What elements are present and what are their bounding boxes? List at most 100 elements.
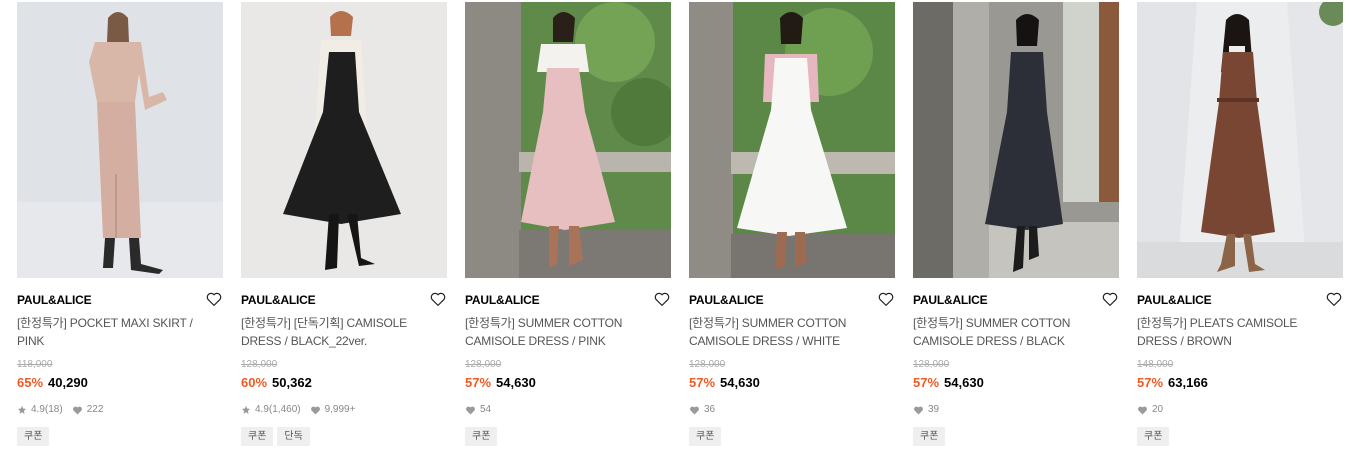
price-row: 57% 54,630 [465, 375, 536, 390]
like-count-value: 36 [704, 404, 716, 415]
brand-row: PAUL&ALICE [17, 290, 223, 310]
product-title[interactable]: [한정특가] POCKET MAXI SKIRT / PINK [17, 314, 217, 350]
product-tags: 쿠폰 [465, 427, 501, 446]
brand-row: PAUL&ALICE [465, 290, 671, 310]
discount-rate: 57% [465, 375, 492, 390]
wishlist-heart-icon[interactable] [877, 290, 895, 308]
heart-filled-icon [72, 406, 82, 415]
product-tags: 쿠폰 [1137, 427, 1173, 446]
brand-name[interactable]: PAUL&ALICE [17, 293, 92, 307]
product-stats: 39 [913, 404, 948, 415]
discount-rate: 65% [17, 375, 44, 390]
heart-filled-icon [466, 406, 475, 415]
price-row: 65% 40,290 [17, 375, 88, 390]
brand-name[interactable]: PAUL&ALICE [689, 293, 764, 307]
like-count-value: 20 [1152, 404, 1164, 415]
like-count: 222 [72, 404, 104, 415]
tag-coupon: 쿠폰 [913, 427, 946, 446]
brand-name[interactable]: PAUL&ALICE [465, 293, 540, 307]
brand-row: PAUL&ALICE [241, 290, 447, 310]
brand-row: PAUL&ALICE [913, 290, 1119, 310]
original-price: 118,000 [17, 359, 53, 370]
product-stats: 20 [1137, 404, 1172, 415]
wishlist-heart-icon[interactable] [205, 290, 223, 308]
discount-rate: 57% [913, 375, 940, 390]
tag-coupon: 쿠폰 [17, 427, 50, 446]
product-image[interactable] [241, 2, 447, 278]
tag-coupon: 쿠폰 [689, 427, 722, 446]
tag-coupon: 쿠폰 [241, 427, 274, 446]
tag-exclusive: 단독 [277, 427, 310, 446]
product-image[interactable] [689, 2, 895, 278]
like-count: 9,999+ [310, 404, 356, 415]
product-stats: 4.9 (18) 222 [17, 404, 112, 415]
brand-name[interactable]: PAUL&ALICE [913, 293, 988, 307]
price-row: 57% 54,630 [913, 375, 984, 390]
brand-name[interactable]: PAUL&ALICE [241, 293, 316, 307]
original-price: 128,000 [465, 359, 502, 370]
heart-filled-icon [690, 406, 699, 415]
product-stats: 4.9 (1,460) 9,999+ [241, 404, 364, 415]
product-tags: 쿠폰 단독 [241, 427, 314, 446]
wishlist-heart-icon[interactable] [1325, 290, 1343, 308]
review-count: (1,460) [268, 404, 301, 415]
rating-value: 4.9 [255, 404, 269, 415]
like-count: 54 [465, 404, 491, 415]
like-count: 39 [913, 404, 939, 415]
product-stats: 36 [689, 404, 724, 415]
discount-rate: 57% [1137, 375, 1164, 390]
like-count-value: 39 [928, 404, 940, 415]
rating-value: 4.9 [31, 404, 45, 415]
product-image[interactable] [913, 2, 1119, 278]
sale-price: 54,630 [720, 375, 760, 390]
product-image[interactable] [465, 2, 671, 278]
heart-filled-icon [1138, 406, 1147, 415]
discount-rate: 57% [689, 375, 716, 390]
star-icon [17, 405, 27, 414]
price-row: 60% 50,362 [241, 375, 312, 390]
product-tags: 쿠폰 [689, 427, 725, 446]
product-stats: 54 [465, 404, 500, 415]
like-count-value: 9,999+ [324, 404, 356, 415]
heart-filled-icon [310, 406, 320, 415]
original-price: 128,000 [241, 359, 278, 370]
original-price: 128,000 [689, 359, 726, 370]
product-grid: PAUL&ALICE [한정특가] POCKET MAXI SKIRT / PI… [0, 0, 1355, 474]
product-title[interactable]: [한정특가] SUMMER COTTON CAMISOLE DRESS / WH… [689, 314, 889, 350]
product-image[interactable] [1137, 2, 1343, 278]
sale-price: 54,630 [496, 375, 536, 390]
brand-row: PAUL&ALICE [1137, 290, 1343, 310]
wishlist-heart-icon[interactable] [1101, 290, 1119, 308]
tag-coupon: 쿠폰 [465, 427, 498, 446]
heart-filled-icon [914, 406, 923, 415]
product-tags: 쿠폰 [913, 427, 949, 446]
star-icon [241, 405, 251, 414]
product-image[interactable] [17, 2, 223, 278]
sale-price: 54,630 [944, 375, 984, 390]
wishlist-heart-icon[interactable] [653, 290, 671, 308]
tag-coupon: 쿠폰 [1137, 427, 1170, 446]
brand-name[interactable]: PAUL&ALICE [1137, 293, 1212, 307]
sale-price: 63,166 [1168, 375, 1208, 390]
product-title[interactable]: [한정특가] [단독기획] CAMISOLE DRESS / BLACK_22v… [241, 314, 441, 350]
product-title[interactable]: [한정특가] PLEATS CAMISOLE DRESS / BROWN [1137, 314, 1337, 350]
sale-price: 40,290 [48, 375, 88, 390]
rating: 4.9 (18) [17, 404, 63, 415]
wishlist-heart-icon[interactable] [429, 290, 447, 308]
like-count: 20 [1137, 404, 1163, 415]
price-row: 57% 54,630 [689, 375, 760, 390]
like-count-value: 222 [86, 404, 104, 415]
price-row: 57% 63,166 [1137, 375, 1208, 390]
sale-price: 50,362 [272, 375, 312, 390]
discount-rate: 60% [241, 375, 268, 390]
original-price: 148,000 [1137, 359, 1174, 370]
like-count-value: 54 [480, 404, 492, 415]
like-count: 36 [689, 404, 715, 415]
product-tags: 쿠폰 [17, 427, 53, 446]
review-count: (18) [44, 404, 63, 415]
original-price: 128,000 [913, 359, 950, 370]
product-title[interactable]: [한정특가] SUMMER COTTON CAMISOLE DRESS / BL… [913, 314, 1113, 350]
product-title[interactable]: [한정특가] SUMMER COTTON CAMISOLE DRESS / PI… [465, 314, 665, 350]
brand-row: PAUL&ALICE [689, 290, 895, 310]
rating: 4.9 (1,460) [241, 404, 301, 415]
